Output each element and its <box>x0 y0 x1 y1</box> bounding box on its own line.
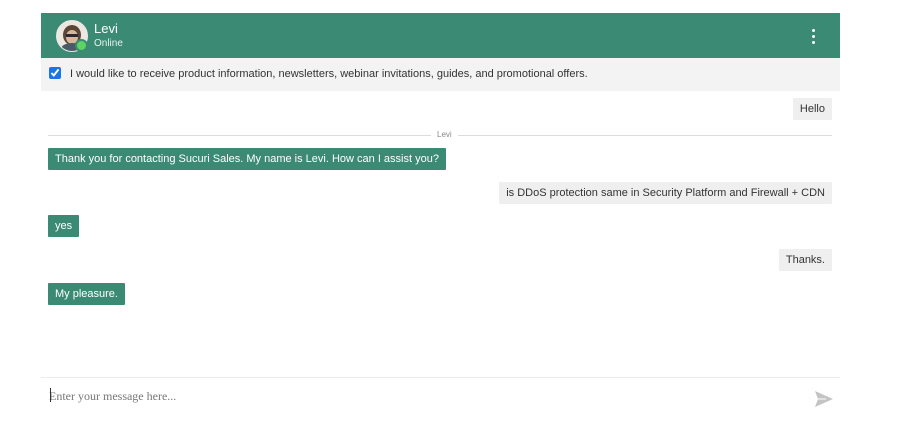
consent-bar: I would like to receive product informat… <box>41 58 840 91</box>
online-status-dot <box>75 39 88 52</box>
divider-label: Levi <box>431 130 458 139</box>
chat-widget: Levi Online I would like to receive prod… <box>41 13 840 433</box>
message-user: Hello <box>792 98 832 120</box>
agent-status: Online <box>94 38 123 49</box>
more-vertical-icon[interactable] <box>804 25 824 47</box>
consent-checkbox[interactable] <box>49 67 61 79</box>
message-agent: yes <box>48 215 80 237</box>
message-agent: My pleasure. <box>48 283 125 305</box>
text-caret <box>50 388 51 402</box>
agent-name: Levi <box>94 21 118 36</box>
chat-header: Levi Online <box>41 13 840 58</box>
message-input[interactable] <box>49 385 789 407</box>
send-icon[interactable] <box>814 390 834 408</box>
message-user: Thanks. <box>778 249 832 271</box>
message-user: is DDoS protection same in Security Plat… <box>499 182 832 204</box>
message-agent: Thank you for contacting Sucuri Sales. M… <box>48 148 446 170</box>
composer-divider <box>41 377 840 378</box>
consent-text: I would like to receive product informat… <box>70 68 588 80</box>
